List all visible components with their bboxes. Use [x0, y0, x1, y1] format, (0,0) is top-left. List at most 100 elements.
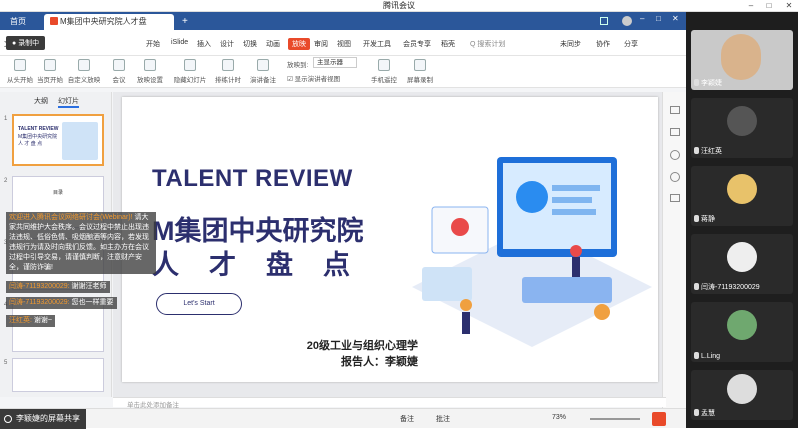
user-avatar-icon[interactable]: [622, 16, 632, 26]
slide-thumbnail-5[interactable]: [12, 358, 104, 392]
new-tab-button[interactable]: +: [176, 14, 194, 30]
recording-label: 录制中: [18, 40, 40, 47]
screen-share-banner: 李颖婕的屏幕共享: [0, 409, 86, 429]
zoom-level[interactable]: 73%: [552, 414, 566, 421]
rehearse-icon: [222, 59, 234, 71]
tab-maximize-icon[interactable]: □: [656, 14, 661, 23]
hide-slide-button[interactable]: 隐藏幻灯片: [170, 74, 210, 84]
comment-toggle[interactable]: 批注: [436, 414, 450, 424]
participant-tile[interactable]: 汪红英: [691, 98, 793, 158]
screen-record-icon: [414, 59, 426, 71]
rehearse-button[interactable]: 排练计时: [208, 74, 248, 84]
menu-member[interactable]: 会员专享: [403, 39, 431, 49]
minimize-icon[interactable]: –: [744, 0, 758, 12]
participant-avatar: [727, 242, 757, 272]
participant-tile[interactable]: 李颖婕: [691, 30, 793, 90]
participant-name-text: L.Ling: [701, 353, 721, 360]
window-title: 腾讯会议: [383, 1, 415, 10]
title-bar: 腾讯会议 – □ ✕: [0, 0, 798, 12]
search-plan[interactable]: Q 搜索计划: [470, 39, 505, 49]
chat-sender: 欢迎进入腾讯会议网络研讨会(Webinar)!: [9, 214, 133, 221]
help-icon[interactable]: [670, 172, 680, 182]
slide-dept: 20级工业与组织心理学: [306, 340, 418, 352]
tab-outline[interactable]: 大纲: [34, 96, 48, 106]
participant-name-text: 蒋静: [701, 216, 715, 223]
speaker-notes-icon: [257, 59, 269, 71]
maximize-icon[interactable]: □: [762, 0, 776, 12]
chat-message: 汪红英: 谢谢~: [6, 315, 55, 327]
participant-name: 汪红英: [694, 146, 722, 156]
display-select[interactable]: 主显示器: [313, 57, 357, 68]
participant-name-text: 李颖婕: [701, 80, 722, 87]
custom-show-button[interactable]: 自定义放映: [64, 74, 104, 84]
participant-name-text: 汪红英: [701, 148, 722, 155]
mic-icon: [694, 409, 699, 416]
participant-name: 闫涛-71193200029: [694, 282, 760, 292]
zoom-slider[interactable]: [590, 418, 640, 420]
custom-show-icon: [78, 59, 90, 71]
tab-slides[interactable]: 幻灯片: [58, 96, 79, 108]
notes-toggle[interactable]: 备注: [400, 414, 414, 424]
participant-tile[interactable]: L.Ling: [691, 302, 793, 362]
properties-icon[interactable]: [670, 106, 680, 114]
menu-slideshow[interactable]: 放映: [288, 38, 310, 50]
window-layout-icon[interactable]: [600, 17, 608, 25]
chat-message-system: 欢迎进入腾讯会议网络研讨会(Webinar)! 请大家共同维护大会秩序。会议过程…: [6, 212, 156, 274]
show-settings-button[interactable]: 放映设置: [130, 74, 170, 84]
lets-start-button[interactable]: Let's Start: [156, 293, 242, 315]
slide-thumbnail-1[interactable]: TALENT REVIEW M集团中央研究院 人 才 盘 点: [12, 114, 104, 166]
presenter-view-checkbox[interactable]: ☑ 显示演讲者视图: [287, 73, 340, 83]
participant-avatar: [727, 374, 757, 404]
tab-close-icon[interactable]: ✕: [672, 14, 679, 23]
menu-start[interactable]: 开始: [146, 39, 160, 49]
menu-transition[interactable]: 切换: [243, 39, 257, 49]
thumb-illustration: [62, 122, 98, 160]
menu-islide[interactable]: iSlide: [171, 39, 188, 46]
thumb-title: TALENT REVIEW: [18, 126, 59, 132]
chat-text: 谢谢~: [31, 317, 52, 324]
meeting-icon: [113, 59, 125, 71]
slide-subtitle-2: 人 才 盘 点: [152, 250, 351, 280]
menu-design[interactable]: 设计: [220, 39, 234, 49]
menu-animation[interactable]: 动画: [266, 39, 280, 49]
mic-icon: [694, 79, 699, 86]
menu-insert[interactable]: 插入: [197, 39, 211, 49]
right-tool-strip: [662, 92, 686, 408]
menu-docer[interactable]: 稻壳: [441, 39, 455, 49]
tab-minimize-icon[interactable]: –: [640, 14, 644, 23]
sogou-ime-icon[interactable]: [652, 412, 666, 426]
participant-video: [721, 34, 761, 80]
tab-home[interactable]: 首页: [4, 14, 32, 30]
close-icon[interactable]: ✕: [782, 0, 796, 12]
design-icon[interactable]: [670, 128, 680, 136]
mic-icon: [694, 215, 699, 222]
computer-illustration: [412, 157, 652, 347]
phone-remote-button[interactable]: 手机遥控: [364, 74, 404, 84]
tab-document[interactable]: M集团中央研究院人才盘点.pptx: [44, 14, 174, 42]
show-settings-icon: [144, 59, 156, 71]
current-slide[interactable]: TALENT REVIEW M集团中央研究院 人 才 盘 点 Let's Sta…: [122, 97, 658, 382]
participant-avatar: [727, 106, 757, 136]
mic-icon: [694, 147, 699, 154]
screen-record-button[interactable]: 屏幕录制: [400, 74, 440, 84]
slide-reporter: 报告人：李颖婕: [341, 356, 418, 368]
participant-tile[interactable]: 闫涛-71193200029: [691, 234, 793, 294]
collab-button[interactable]: 协作: [596, 39, 610, 49]
speaker-notes-button[interactable]: 演讲备注: [243, 74, 283, 84]
share-button[interactable]: 分享: [624, 39, 638, 49]
sharing-label: 李颖婕的屏幕共享: [16, 414, 80, 423]
document-tabs: 首页 M集团中央研究院人才盘点.pptx + – □ ✕: [0, 12, 686, 42]
sync-status[interactable]: 未同步: [560, 39, 581, 49]
menu-view[interactable]: 视图: [337, 39, 351, 49]
hide-slide-icon: [184, 59, 196, 71]
menu-review[interactable]: 审阅: [314, 39, 328, 49]
share-icon[interactable]: [670, 194, 680, 202]
participant-tile[interactable]: 孟慧: [691, 370, 793, 420]
ppt-icon: [50, 17, 58, 25]
animation-icon[interactable]: [670, 150, 680, 160]
participant-avatar: [727, 310, 757, 340]
mic-icon: [694, 283, 699, 290]
menu-devtools[interactable]: 开发工具: [363, 39, 391, 49]
notes-area[interactable]: 单击此处添加备注: [113, 397, 666, 409]
participant-tile[interactable]: 蒋静: [691, 166, 793, 226]
